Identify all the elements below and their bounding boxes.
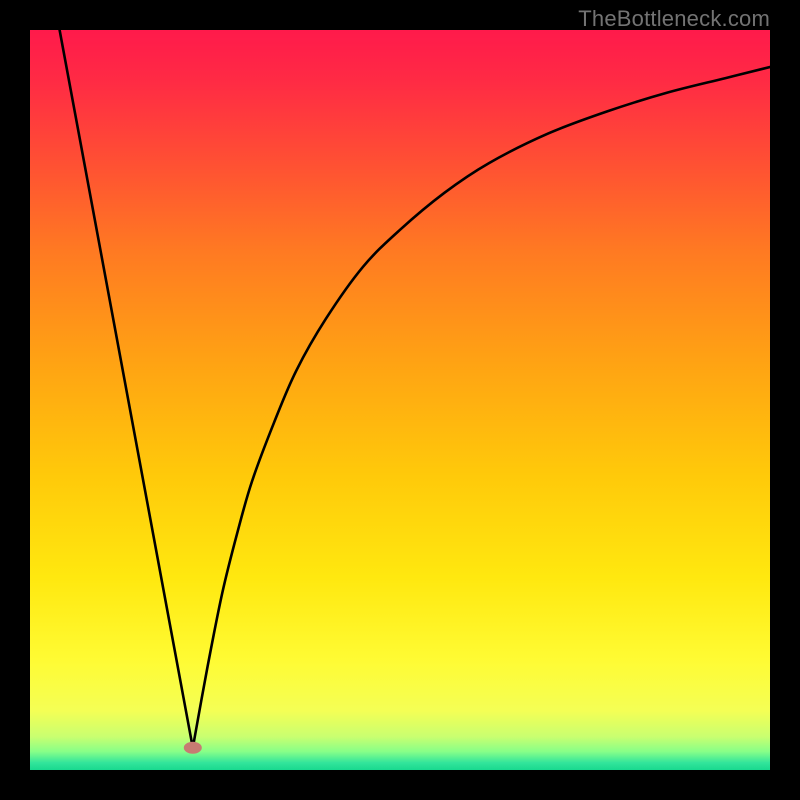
gradient-background	[30, 30, 770, 770]
watermark-text: TheBottleneck.com	[578, 6, 770, 32]
marker-dot	[184, 742, 202, 754]
chart-svg	[30, 30, 770, 770]
chart-frame	[30, 30, 770, 770]
